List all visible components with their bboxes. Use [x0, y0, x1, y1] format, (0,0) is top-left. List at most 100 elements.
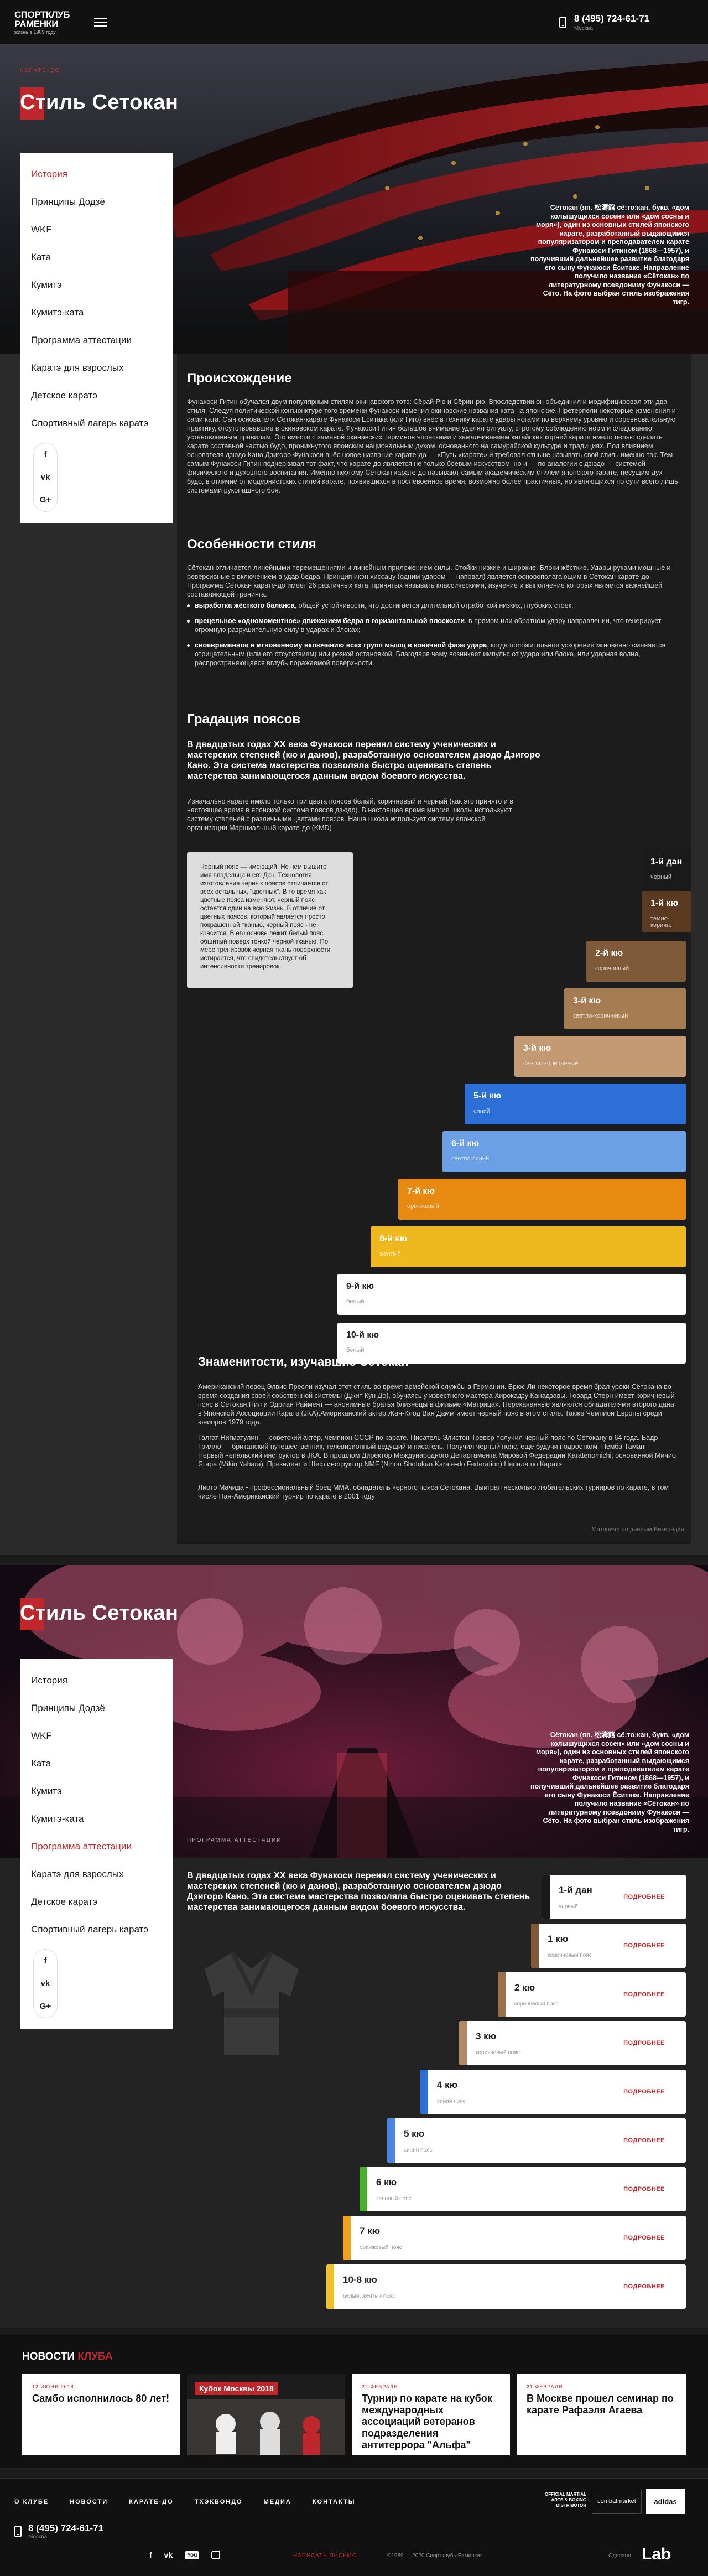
belt-row[interactable]: 1 кю коричневый пояс ПОДРОБНЕЕ [531, 1924, 686, 1968]
more-link[interactable]: ПОДРОБНЕЕ [623, 1942, 686, 1949]
more-link[interactable]: ПОДРОБНЕЕ [623, 2137, 686, 2144]
belt-row[interactable]: 1-й дан черный ПОДРОБНЕЕ [542, 1875, 686, 1919]
belt-row[interactable]: 6 кю зеленый пояс ПОДРОБНЕЕ [360, 2167, 686, 2211]
write-letter-link[interactable]: НАПИСАТЬ ПИСЬМО [293, 2553, 357, 2559]
more-link[interactable]: ПОДРОБНЕЕ [623, 2088, 686, 2095]
more-link[interactable]: ПОДРОБНЕЕ [623, 1991, 686, 1998]
breadcrumb[interactable]: КАРАТЕ-ДО [20, 68, 60, 74]
sidebar-item-kumite[interactable]: Кумитэ [20, 271, 173, 299]
belt-row-text: 1 кю коричневый пояс [539, 1934, 623, 1958]
belt-step-color: оранжевый [407, 1203, 439, 1210]
vk-icon[interactable]: vk [41, 1979, 50, 1988]
more-link[interactable]: ПОДРОБНЕЕ [623, 2283, 686, 2290]
more-link[interactable]: ПОДРОБНЕЕ [623, 2186, 686, 2193]
belt-row-text: 5 кю синий пояс [395, 2128, 623, 2153]
belt-row[interactable]: 7 кю оранжевый пояс ПОДРОБНЕЕ [343, 2216, 686, 2260]
footer-link-media[interactable]: МЕДИА [264, 2499, 291, 2505]
news-card[interactable]: 22 ФЕВРАЛЯ Турнир по карате на кубок меж… [352, 2374, 510, 2455]
news-title[interactable]: Самбо исполнилось 80 лет! [32, 2393, 170, 2404]
footer-social: f vk You [149, 2551, 221, 2559]
footer-phone[interactable]: 8 (495) 724-61-71 Москва [14, 2523, 103, 2540]
footer-link-about[interactable]: О КЛУБЕ [14, 2499, 49, 2505]
sidebar-item-wkf[interactable]: WKF [20, 216, 173, 243]
belt-step: 1-й кю темно-коричн. [642, 891, 691, 932]
more-link[interactable]: ПОДРОБНЕЕ [623, 1894, 686, 1900]
sidebar-item-wkf[interactable]: WKF [20, 1722, 173, 1750]
news-card[interactable]: 12 ИЮНЯ 2018 Самбо исполнилось 80 лет! [22, 2374, 180, 2455]
belt-row[interactable]: 5 кю синий пояс ПОДРОБНЕЕ [387, 2118, 686, 2163]
footer-phone-number[interactable]: 8 (495) 724-61-71 [28, 2523, 103, 2534]
facebook-icon[interactable]: f [44, 450, 47, 459]
vk-icon[interactable]: vk [164, 2551, 173, 2559]
feature-item: выработка жёсткого баланса, общей устойч… [187, 601, 679, 610]
feature-item: своевременное и мгновенному включению вс… [187, 641, 679, 667]
sidebar-item-dojo[interactable]: Принципы Додзё [20, 1694, 173, 1722]
belt-step-color: темно-коричн. [650, 915, 672, 929]
news-title[interactable]: Турнир по карате на кубок международных … [362, 2393, 500, 2451]
news-date: 21 ФЕВРАЛЯ [527, 2384, 563, 2390]
famous-heading: Знаменитости, изучавшие Сётокан [198, 1355, 409, 1369]
breadcrumb-2[interactable]: ПРОГРАММА АТТЕСТАЦИИ [187, 1837, 282, 1843]
belt-row[interactable]: 4 кю синий пояс ПОДРОБНЕЕ [420, 2070, 686, 2114]
sidebar-item-attestation[interactable]: Программа аттестации [20, 1833, 173, 1860]
sidebar-item-dojo[interactable]: Принципы Додзё [20, 188, 173, 216]
sidebar-item-kumite-kata[interactable]: Кумитэ-ката [20, 299, 173, 326]
made-by-logo[interactable]: Lab [642, 2545, 671, 2564]
news-photo-label: Кубок Москвы 2018 [195, 2382, 278, 2395]
news-title[interactable]: В Москве прошел семинар по карате Рафаэл… [527, 2393, 676, 2416]
footer-city: Москва [28, 2534, 48, 2540]
belt-step-name: 6-й кю [451, 1139, 480, 1148]
google-plus-icon[interactable]: G+ [40, 2002, 51, 2011]
famous-text-3: Лиото Мачида - профессиональный боец ММА… [198, 1484, 669, 1500]
sidebar-item-kumite-kata[interactable]: Кумитэ-ката [20, 1805, 173, 1833]
footer-link-contacts[interactable]: КОНТАКТЫ [313, 2499, 356, 2505]
vk-icon[interactable]: vk [41, 473, 50, 482]
footer-link-news[interactable]: НОВОСТИ [70, 2499, 108, 2505]
belt-row-text: 4 кю синий пояс [428, 2080, 623, 2105]
belt-row[interactable]: 2 кю коричневый пояс ПОДРОБНЕЕ [498, 1972, 686, 2017]
header-phone-number[interactable]: 8 (495) 724-61-71 [574, 13, 649, 24]
sidebar-item-history[interactable]: История [20, 160, 173, 188]
sidebar-item-kids[interactable]: Детское каратэ [20, 1888, 173, 1916]
facebook-icon[interactable]: f [44, 1956, 47, 1966]
partner-logo-combatmarket[interactable]: combatmarket [592, 2489, 642, 2514]
footer-link-taekwondo[interactable]: ТХЭКВОНДО [195, 2499, 243, 2505]
news-card-photo[interactable]: Кубок Москвы 2018 [187, 2374, 345, 2455]
youtube-icon[interactable]: You [185, 2551, 200, 2559]
sidebar-item-camp[interactable]: Спортивный лагерь каратэ [20, 410, 173, 437]
belt-step: 3-й кю светло-коричневый [564, 988, 686, 1029]
belt-row[interactable]: 3 кю коричневый пояс ПОДРОБНЕЕ [459, 2021, 686, 2065]
menu-burger-icon[interactable] [94, 18, 107, 27]
google-plus-icon[interactable]: G+ [40, 495, 51, 505]
page-title: Стиль Сетокан [20, 91, 179, 114]
belt-step: 2-й кю коричневый [586, 941, 686, 982]
sidebar-item-attestation[interactable]: Программа аттестации [20, 326, 173, 354]
belt-color-bar [420, 2070, 428, 2114]
belt-step-name: 7-й кю [407, 1186, 435, 1196]
sidebar-item-adults[interactable]: Каратэ для взрослых [20, 1860, 173, 1888]
sidebar-item-adults[interactable]: Каратэ для взрослых [20, 354, 173, 382]
partner-logo-adidas[interactable]: adidas [646, 2489, 685, 2514]
sidebar-item-camp[interactable]: Спортивный лагерь каратэ [20, 1916, 173, 1943]
sidebar-item-kids[interactable]: Детское каратэ [20, 382, 173, 410]
logo-line2: РАМЕНКИ [14, 18, 59, 29]
sidebar-item-history[interactable]: История [20, 1667, 173, 1694]
more-link[interactable]: ПОДРОБНЕЕ [623, 2235, 686, 2241]
sidebar-item-kumite[interactable]: Кумитэ [20, 1777, 173, 1805]
footer-link-karate[interactable]: КАРАТЕ-ДО [129, 2499, 174, 2505]
belt-step: 1-й дан черный [642, 849, 691, 890]
sidebar-item-kata[interactable]: Ката [20, 1750, 173, 1777]
news-card[interactable]: 21 ФЕВРАЛЯ В Москве прошел семинар по ка… [517, 2374, 686, 2455]
belt-step-name: 8-й кю [379, 1234, 408, 1243]
news-section: НОВОСТИ КЛУБА 12 ИЮНЯ 2018 Самбо исполни… [0, 2335, 708, 2468]
facebook-icon[interactable]: f [149, 2551, 152, 2559]
source-note: Материал по данным Википедии. [591, 1526, 686, 1533]
more-link[interactable]: ПОДРОБНЕЕ [623, 2040, 686, 2046]
instagram-icon[interactable] [211, 2551, 221, 2559]
belt-step-color: светло-коричневый [573, 1013, 628, 1019]
belt-color-bar [343, 2216, 351, 2260]
club-logo[interactable]: СПОРТКЛУБ РАМЕНКИ жизнь в 1989 году [14, 10, 76, 35]
sidebar-item-kata[interactable]: Ката [20, 243, 173, 271]
header-phone[interactable]: 8 (495) 724-61-71 Москва [559, 13, 649, 32]
belt-row[interactable]: 10-8 кю белый, желтый пояс ПОДРОБНЕЕ [326, 2264, 686, 2309]
